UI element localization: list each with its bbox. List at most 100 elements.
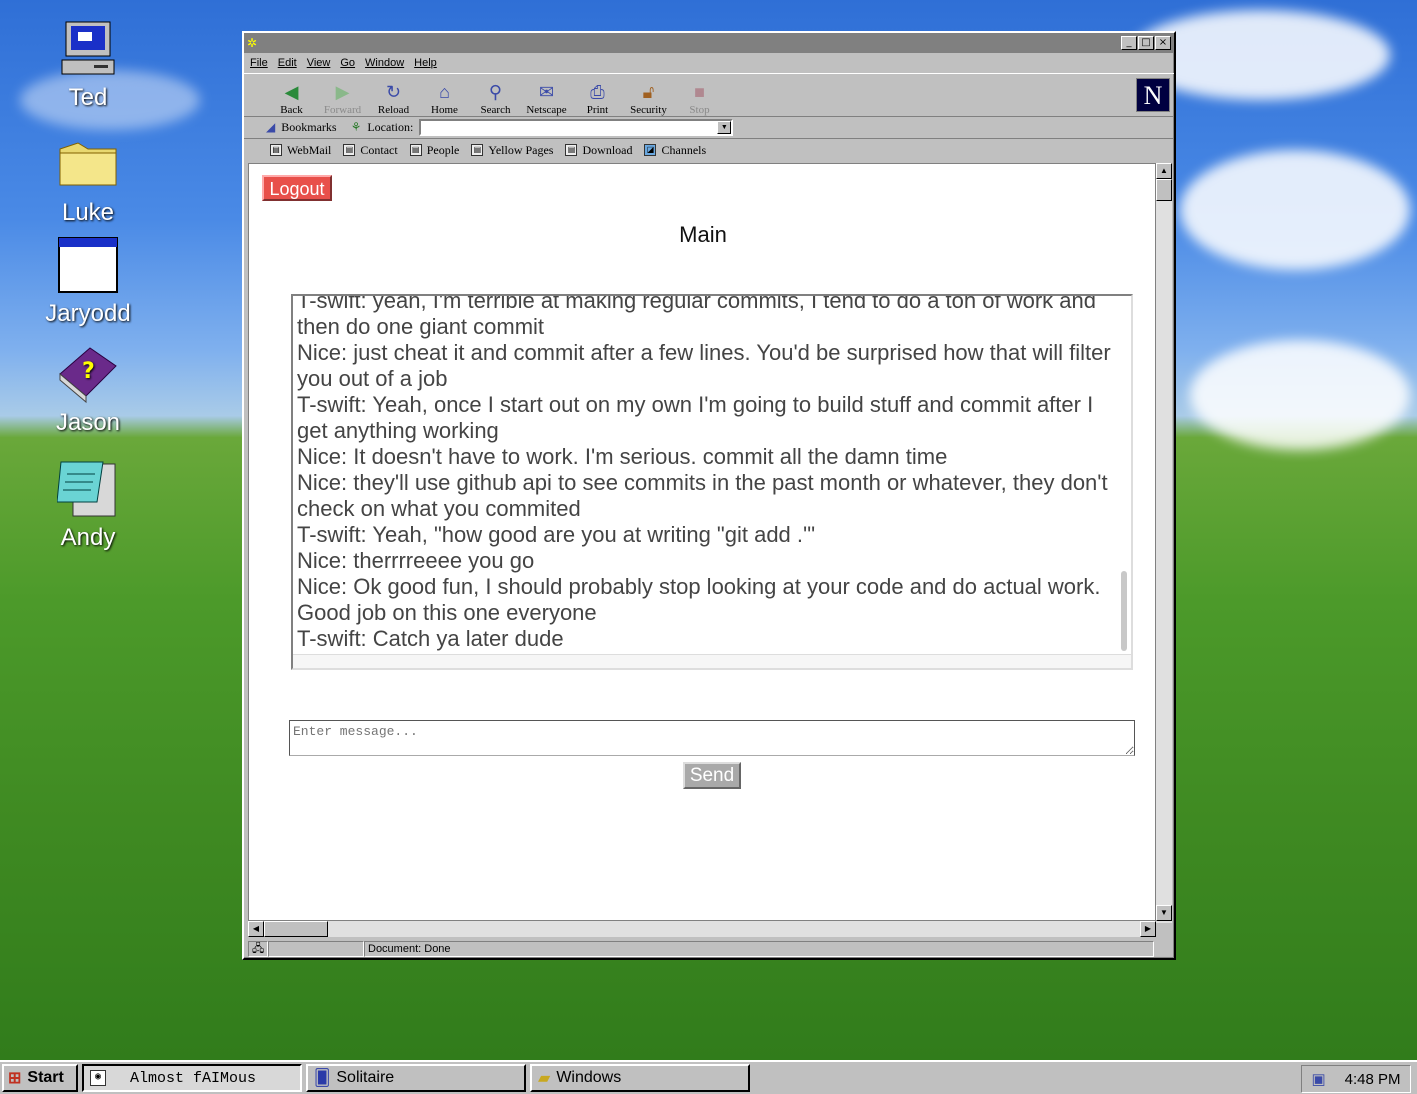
chat-scrollbar-thumb[interactable] <box>1121 571 1127 651</box>
netscape-label: Netscape <box>526 104 567 116</box>
desktop-icon-label: Luke <box>61 199 115 226</box>
desktop-icon-ted[interactable]: Ted <box>33 20 143 112</box>
bookmark-page-icon: ▤ <box>409 144 422 156</box>
desktop-icon-label: Jason <box>55 409 121 436</box>
forward-label: Forward <box>323 104 362 116</box>
title-bar[interactable]: ✲ _ □ × <box>244 33 1174 53</box>
send-button[interactable]: Send <box>683 762 741 789</box>
menu-bar: File Edit View Go Window Help <box>244 53 1174 73</box>
stop-button[interactable]: ■ Stop <box>674 80 725 116</box>
page-title: Main <box>679 222 727 247</box>
horizontal-scrollbar[interactable]: ◀ ▶ <box>248 921 1156 937</box>
start-label: Start <box>27 1069 64 1086</box>
svg-text:?: ? <box>82 359 95 384</box>
connection-icon: 🖧︎ <box>248 941 268 957</box>
security-button[interactable]: 🔓︎ Security <box>623 80 674 116</box>
scroll-left-icon[interactable]: ◀ <box>248 921 264 937</box>
reload-icon: ↻ <box>385 82 402 102</box>
personal-item-channels[interactable]: ◪ Channels <box>644 143 706 158</box>
windows-logo-icon: ⊞ <box>8 1070 22 1087</box>
forward-arrow-icon: ▶ <box>335 82 350 102</box>
chat-message: T-swift: Yeah, once I start out on my ow… <box>297 392 1094 443</box>
maximize-button[interactable]: □ <box>1138 36 1154 50</box>
personal-item-label: Channels <box>661 142 707 157</box>
location-input[interactable]: ▼ <box>419 119 734 136</box>
start-button[interactable]: ⊞ Start <box>2 1064 78 1092</box>
bookmark-page-icon: ▤ <box>471 144 484 156</box>
desktop-icon-label: Andy <box>60 524 116 551</box>
location-toolbar: ◢ Bookmarks ⚘ Location: ▼ <box>244 117 1174 139</box>
netscape-button[interactable]: ✉ Netscape <box>521 80 572 116</box>
chevron-down-icon[interactable]: ▼ <box>717 121 732 134</box>
back-label: Back <box>280 104 303 116</box>
status-bar: 🖧︎ Document: Done <box>248 941 1172 957</box>
personal-item-yellow-pages[interactable]: ▤ Yellow Pages <box>471 143 553 158</box>
minimize-button[interactable]: _ <box>1121 36 1137 50</box>
desktop-icon-luke[interactable]: Luke <box>33 135 143 227</box>
location-label: Location: <box>367 120 414 134</box>
home-label: Home <box>431 104 458 116</box>
chat-log-footer <box>293 654 1131 668</box>
personal-item-people[interactable]: ▤ People <box>409 143 459 158</box>
progress-cell <box>268 941 364 957</box>
chat-message: Nice: they'll use github api to see comm… <box>297 470 1108 521</box>
reload-label: Reload <box>377 104 410 116</box>
personal-toolbar: ▤ WebMail ▤ Contact ▤ People ▤ Yellow Pages … <box>244 139 1174 161</box>
logout-button[interactable]: Logout <box>262 175 332 201</box>
computer-icon <box>56 20 120 78</box>
desktop-icon-jason[interactable]: ? Jason <box>33 345 143 437</box>
personal-item-label: Contact <box>360 142 398 157</box>
bookmarks-button[interactable]: Bookmarks <box>281 120 336 135</box>
task-button-almost-faimous[interactable]: ◉ Almost fAIMous <box>82 1064 302 1092</box>
scroll-down-icon[interactable]: ▼ <box>1156 905 1172 921</box>
close-button[interactable]: × <box>1155 36 1171 50</box>
scroll-thumb[interactable] <box>1156 179 1172 201</box>
bookmark-page-icon: ▤ <box>565 144 578 156</box>
print-button[interactable]: ⎙ Print <box>572 80 623 116</box>
back-button[interactable]: ◀ Back <box>266 80 317 116</box>
personal-item-webmail[interactable]: ▤ WebMail <box>270 143 331 158</box>
desktop-icon-jaryodd[interactable]: Jaryodd <box>33 236 143 328</box>
chat-message: Nice: just cheat it and commit after a f… <box>297 340 1111 391</box>
scroll-up-icon[interactable]: ▲ <box>1156 163 1172 179</box>
personal-item-contact[interactable]: ▤ Contact <box>343 142 398 158</box>
vertical-scrollbar[interactable]: ▲ ▼ <box>1156 163 1172 923</box>
task-button-windows[interactable]: ▰ Windows <box>530 1064 750 1092</box>
page-content: Logout Main T-swift: yeah, I'm terrible … <box>248 163 1156 921</box>
folder-icon: ▰ <box>538 1070 551 1087</box>
task-button-solitaire[interactable]: 🂠 Solitaire <box>306 1064 526 1092</box>
chat-message: T-swift: Yeah, "how good are you at writ… <box>297 522 816 547</box>
personal-item-label: Download <box>582 142 633 157</box>
chat-message: Nice: Ok good fun, I should probably sto… <box>297 574 1101 625</box>
desktop-icon-andy[interactable]: Andy <box>33 460 143 552</box>
menu-help[interactable]: Help <box>414 57 437 69</box>
print-label: Print <box>586 104 609 116</box>
desktop-icon-label: Ted <box>68 84 108 111</box>
security-label: Security <box>630 104 667 116</box>
help-book-icon: ? <box>56 345 120 404</box>
chat-log[interactable]: T-swift: yeah, I'm terrible at making re… <box>291 294 1133 670</box>
bookmark-page-icon: ▤ <box>270 144 282 156</box>
menu-go[interactable]: Go <box>340 57 355 69</box>
home-button[interactable]: ⌂ Home <box>419 80 470 116</box>
menu-file[interactable]: File <box>250 57 268 69</box>
chat-message: T-swift: Catch ya later dude <box>297 626 564 651</box>
back-arrow-icon: ◀ <box>284 82 299 102</box>
reload-button[interactable]: ↻ Reload <box>368 80 419 116</box>
forward-button[interactable]: ▶ Forward <box>317 80 368 116</box>
bookmark-page-icon: ▤ <box>343 144 356 156</box>
menu-edit[interactable]: Edit <box>278 57 297 69</box>
netscape-logo: N <box>1136 78 1170 112</box>
search-button[interactable]: ⚲ Search <box>470 80 521 116</box>
menu-window[interactable]: Window <box>365 57 404 69</box>
network-icon[interactable]: ▣ <box>1311 1070 1325 1088</box>
scroll-right-icon[interactable]: ▶ <box>1140 921 1156 937</box>
horizontal-scroll-thumb[interactable] <box>264 921 328 937</box>
personal-item-download[interactable]: ▤ Download <box>565 143 632 158</box>
menu-view[interactable]: View <box>307 57 331 69</box>
clock[interactable]: 4:48 PM <box>1345 1071 1401 1088</box>
personal-item-label: Yellow Pages <box>488 142 554 157</box>
message-input[interactable] <box>289 720 1135 756</box>
netscape-icon: ✉ <box>538 82 555 102</box>
chat-message: T-swift: yeah, I'm terrible at making re… <box>297 294 1096 339</box>
